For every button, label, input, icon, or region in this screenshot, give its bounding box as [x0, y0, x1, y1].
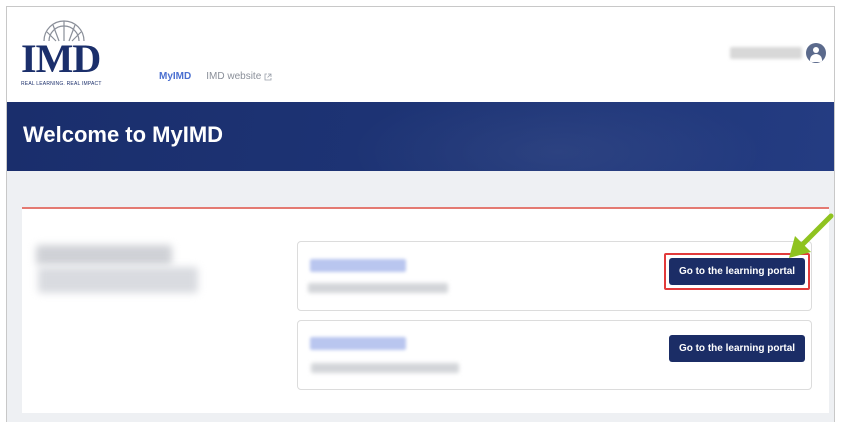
profile-name-redacted [36, 245, 172, 265]
programs-panel: Go to the learning portal Go to the lear… [22, 207, 829, 413]
logo-tagline: REAL LEARNING. REAL IMPACT [21, 81, 102, 87]
nav-link-imd-website-label: IMD website [206, 71, 262, 82]
user-menu[interactable] [730, 43, 826, 63]
profile-details-redacted [38, 267, 198, 293]
welcome-banner: Welcome to MyIMD [7, 102, 834, 171]
program-card: Go to the learning portal [297, 320, 812, 390]
external-link-icon [264, 73, 272, 80]
nav-link-imd-website[interactable]: IMD website [206, 71, 272, 82]
browser-viewport: IMD REAL LEARNING. REAL IMPACT MyIMD IMD… [6, 6, 835, 422]
program-title-redacted [310, 259, 406, 272]
program-subtitle-redacted [308, 283, 448, 293]
go-to-learning-portal-button[interactable]: Go to the learning portal [669, 335, 805, 362]
page-title: Welcome to MyIMD [23, 122, 224, 147]
annotation-arrow-icon [789, 213, 834, 258]
program-card: Go to the learning portal [297, 241, 812, 311]
logo-wordmark: IMD [21, 36, 101, 81]
site-header: IMD REAL LEARNING. REAL IMPACT MyIMD IMD… [7, 7, 834, 102]
user-avatar-icon[interactable] [806, 43, 826, 63]
nav-link-myimd[interactable]: MyIMD [159, 71, 191, 82]
imd-logo[interactable]: IMD REAL LEARNING. REAL IMPACT [21, 17, 107, 93]
program-title-redacted [310, 337, 406, 350]
user-name-redacted [730, 47, 802, 59]
program-subtitle-redacted [311, 363, 459, 373]
main-nav: MyIMD IMD website [159, 71, 272, 82]
